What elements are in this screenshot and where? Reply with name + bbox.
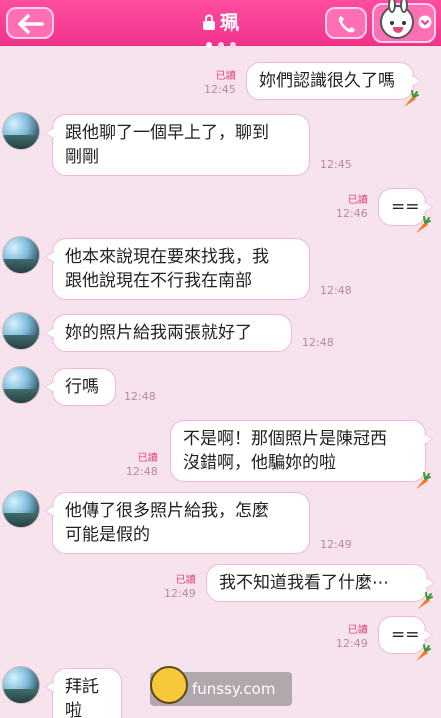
outgoing-message-bubble[interactable]: 我不知道我看了什麼⋯ — [206, 564, 435, 609]
call-button[interactable] — [325, 7, 367, 39]
message-text: 不是啊！那個照片是陳冠西 沒錯啊，他騙妳的啦 — [183, 429, 387, 473]
chat-header: 珮 — [0, 0, 441, 48]
message-timestamp: 12:48 — [126, 465, 158, 478]
sticker-menu-button[interactable] — [372, 0, 436, 43]
carrot-icon — [416, 472, 431, 489]
contact-avatar[interactable] — [2, 666, 40, 704]
carrot-icon — [418, 592, 433, 609]
carrot-icon — [404, 90, 419, 107]
message-list[interactable]: 妳們認識很久了嗎 已讀 12:45 跟他聊了一個早上了，聊到 剛剛 12:45 == 已讀 1… — [0, 46, 441, 718]
incoming-message-bubble[interactable]: 行嗎 — [45, 368, 116, 406]
chevron-down-icon — [418, 15, 432, 29]
mascot-icon — [150, 666, 188, 704]
message-meta: 已讀 12:49 — [164, 574, 196, 600]
message-text: 行嗎 — [65, 377, 99, 397]
message-meta: 已讀 12:49 — [336, 624, 368, 650]
message-timestamp: 12:48 — [302, 336, 334, 349]
message-meta: 已讀 12:46 — [336, 194, 368, 220]
message-text: 跟他聊了一個早上了，聊到 剛剛 — [65, 123, 269, 167]
phone-icon — [338, 16, 355, 33]
message-timestamp: 12:48 — [320, 284, 352, 297]
bunny-sticker-icon — [380, 0, 414, 39]
message-meta: 12:45 — [320, 158, 352, 171]
carrot-icon — [416, 216, 431, 233]
lock-icon — [202, 14, 215, 30]
message-timestamp: 12:49 — [164, 587, 196, 600]
contact-avatar[interactable] — [2, 112, 40, 150]
message-timestamp: 12:49 — [320, 538, 352, 551]
read-receipt: 已讀 — [347, 625, 368, 636]
incoming-message-bubble[interactable]: 拜託啦 — [45, 668, 122, 718]
message-text: 我不知道我看了什麼⋯ — [219, 573, 389, 593]
incoming-message-bubble[interactable]: 跟他聊了一個早上了，聊到 剛剛 — [45, 114, 310, 176]
message-text: 妳們認識很久了嗎 — [259, 71, 395, 91]
message-timestamp: 12:45 — [320, 158, 352, 171]
contact-avatar[interactable] — [2, 312, 40, 350]
contact-avatar[interactable] — [2, 236, 40, 274]
read-receipt: 已讀 — [175, 575, 196, 586]
message-text: 妳的照片給我兩張就好了 — [65, 323, 252, 343]
message-timestamp: 12:46 — [336, 207, 368, 220]
message-text: 他傳了很多照片給我，怎麼 可能是假的 — [65, 501, 269, 545]
message-timestamp: 12:49 — [336, 637, 368, 650]
incoming-message-bubble[interactable]: 他本來說現在要來找我，我 跟他說現在不行我在南部 — [45, 238, 310, 300]
message-meta: 已讀 12:48 — [126, 452, 158, 478]
message-timestamp: 12:48 — [124, 390, 156, 403]
contact-avatar[interactable] — [2, 490, 40, 528]
outgoing-message-bubble[interactable]: == — [378, 616, 433, 661]
incoming-message-bubble[interactable]: 他傳了很多照片給我，怎麼 可能是假的 — [45, 492, 310, 554]
read-receipt: 已讀 — [215, 71, 236, 82]
contact-name: 珮 — [219, 12, 239, 34]
message-meta: 12:48 — [320, 284, 352, 297]
message-text: == — [391, 625, 420, 645]
read-receipt: 已讀 — [137, 453, 158, 464]
message-text: 拜託啦 — [65, 677, 99, 718]
incoming-message-bubble[interactable]: 妳的照片給我兩張就好了 — [45, 314, 292, 352]
message-timestamp: 12:45 — [204, 83, 236, 96]
watermark: funssy.com — [150, 666, 292, 706]
message-text: == — [391, 197, 420, 217]
message-meta: 12:49 — [320, 538, 352, 551]
carrot-icon — [416, 644, 431, 661]
contact-avatar[interactable] — [2, 366, 40, 404]
message-meta: 12:48 — [302, 336, 334, 349]
outgoing-message-bubble[interactable]: 不是啊！那個照片是陳冠西 沒錯啊，他騙妳的啦 — [170, 420, 433, 489]
watermark-text: funssy.com — [192, 680, 276, 698]
message-text: 他本來說現在要來找我，我 跟他說現在不行我在南部 — [65, 247, 269, 291]
message-meta: 已讀 12:45 — [204, 70, 236, 96]
outgoing-message-bubble[interactable]: 妳們認識很久了嗎 — [246, 62, 421, 107]
outgoing-message-bubble[interactable]: == — [378, 188, 433, 233]
read-receipt: 已讀 — [347, 195, 368, 206]
message-meta: 12:48 — [124, 390, 156, 403]
